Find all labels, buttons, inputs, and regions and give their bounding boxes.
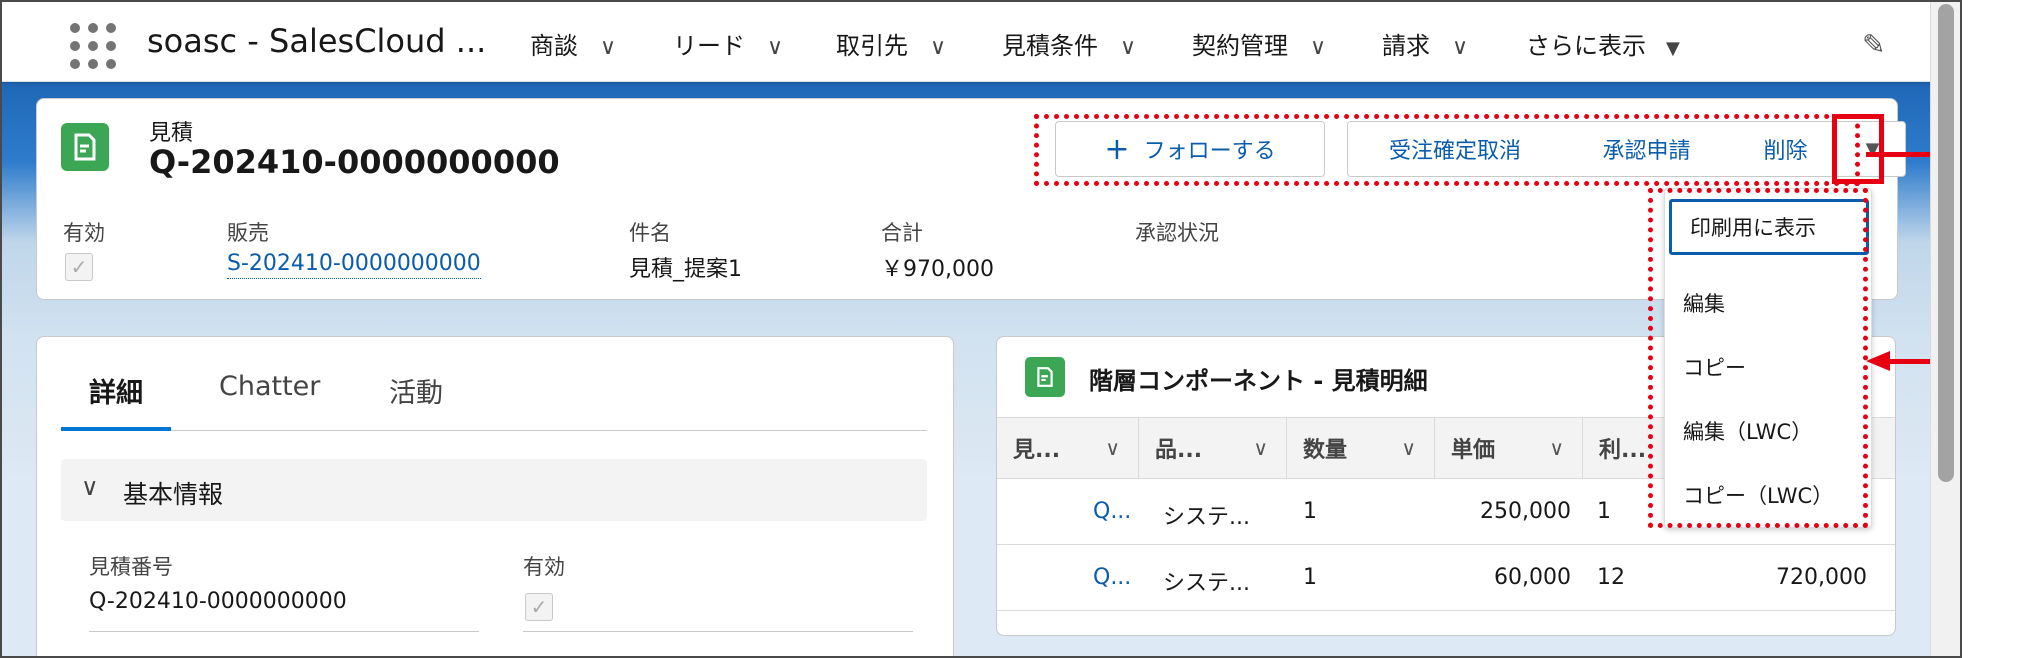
highlight-active-label: 有効	[63, 221, 105, 245]
scrollbar-thumb[interactable]	[1938, 4, 1954, 482]
nav-item-label: 見積条件	[1002, 32, 1098, 60]
quote-number-value: Q-202410-0000000000	[89, 589, 347, 614]
active-field-label: 有効	[523, 555, 565, 579]
row-link[interactable]: Q...	[1093, 565, 1131, 590]
nav-item-label: 取引先	[836, 32, 908, 60]
chevron-down-icon[interactable]: ∨	[1120, 35, 1136, 60]
highlight-sales-link[interactable]: S-202410-0000000000	[227, 251, 481, 279]
nav-more-menu[interactable]: さらに表示 ▼	[1526, 26, 1680, 61]
quote-line-icon	[1025, 357, 1065, 397]
record-title: Q-202410-0000000000	[149, 143, 560, 181]
highlight-more-button	[1832, 114, 1884, 184]
table-cell: システ...	[1163, 571, 1250, 596]
active-checkbox: ✓	[65, 253, 93, 281]
highlight-sales-label: 販売	[227, 221, 269, 245]
nav-item-contract[interactable]: 契約管理 ∨	[1192, 26, 1326, 61]
table-cell: 1	[1303, 565, 1317, 590]
quote-record-icon	[61, 123, 109, 171]
chevron-down-icon[interactable]: ∨	[1310, 35, 1326, 60]
pencil-icon[interactable]: ✎	[1862, 28, 1885, 61]
chevron-down-icon[interactable]: ∨	[600, 35, 616, 60]
nav-item-label: 契約管理	[1192, 32, 1288, 60]
highlight-total-value: ￥970,000	[881, 257, 994, 282]
table-cell: 12	[1597, 565, 1625, 590]
column-header[interactable]: 見... ∨	[997, 418, 1139, 478]
active-field-checkbox: ✓	[525, 593, 553, 621]
top-navigation-bar: soasc - SalesCloud ... 商談 ∨ リード ∨ 取引先 ∨ 見積条…	[2, 2, 1932, 82]
column-header[interactable]: 数量 ∨	[1287, 418, 1435, 478]
app-launcher-icon[interactable]	[66, 19, 116, 69]
tabs-divider	[61, 430, 927, 431]
field-divider	[89, 631, 479, 632]
nav-item-lead[interactable]: リード ∨	[673, 26, 783, 61]
quote-number-label: 見積番号	[89, 555, 173, 579]
highlight-total-label: 合計	[881, 221, 923, 245]
detail-panel: 詳細 Chatter 活動 ∨ 基本情報 見積番号 Q-202410-00000…	[36, 336, 954, 656]
chevron-down-icon[interactable]: ∨	[767, 35, 783, 60]
chevron-down-icon[interactable]: ∨	[1549, 436, 1564, 460]
browser-window: soasc - SalesCloud ... 商談 ∨ リード ∨ 取引先 ∨ 見積条…	[0, 0, 1962, 658]
tab-chatter[interactable]: Chatter	[219, 371, 320, 402]
nav-item-quote-terms[interactable]: 見積条件 ∨	[1002, 26, 1136, 61]
nav-item-billing[interactable]: 請求 ∨	[1382, 26, 1468, 61]
nav-item-account[interactable]: 取引先 ∨	[836, 26, 946, 61]
column-label: 見...	[1013, 438, 1061, 463]
table-cell: 1	[1303, 499, 1317, 524]
section-basic-info-toggle[interactable]: ∨ 基本情報	[61, 459, 927, 521]
table-cell: 720,000	[1776, 565, 1867, 590]
chevron-down-icon[interactable]: ∨	[1105, 436, 1120, 460]
nav-more-label: さらに表示	[1526, 32, 1646, 60]
column-header[interactable]: 品... ∨	[1139, 418, 1287, 478]
chevron-down-icon[interactable]: ∨	[930, 35, 946, 60]
nav-item-label: リード	[673, 32, 745, 60]
arrow-left-icon	[1866, 351, 1890, 371]
highlight-subject-label: 件名	[629, 221, 671, 245]
tab-detail[interactable]: 詳細	[89, 371, 143, 410]
highlight-dropdown	[1648, 188, 1868, 528]
column-label: 数量	[1303, 438, 1348, 463]
table-cell: 60,000	[1494, 565, 1571, 590]
column-label: 品...	[1155, 438, 1203, 463]
active-tab-indicator	[61, 427, 171, 431]
nav-item-label: 商談	[530, 32, 578, 60]
table-cell: 1	[1597, 499, 1611, 524]
column-label: 単価	[1451, 438, 1496, 463]
table-row: Q... システ... 1 60,000 12 720,000	[997, 545, 1895, 611]
highlight-action-buttons	[1034, 114, 1860, 186]
related-list-title: 階層コンポーネント - 見積明細	[1089, 367, 1428, 395]
highlight-approval-label: 承認状況	[1135, 221, 1219, 245]
app-name: soasc - SalesCloud ...	[147, 22, 487, 60]
nav-item-label: 請求	[1382, 32, 1430, 60]
table-cell: 250,000	[1480, 499, 1571, 524]
chevron-down-icon[interactable]: ∨	[1253, 436, 1268, 460]
table-cell: システ...	[1163, 505, 1250, 530]
column-label: 利...	[1599, 438, 1647, 463]
caret-down-icon: ▼	[1666, 38, 1680, 59]
field-divider	[523, 631, 913, 632]
tab-activity[interactable]: 活動	[389, 371, 443, 410]
row-link[interactable]: Q...	[1093, 499, 1131, 524]
column-header[interactable]: 単価 ∨	[1435, 418, 1583, 478]
chevron-down-icon[interactable]: ∨	[1401, 436, 1416, 460]
chevron-down-icon[interactable]: ∨	[1452, 35, 1468, 60]
nav-item-opportunity[interactable]: 商談 ∨	[530, 26, 616, 61]
highlight-subject-value: 見積_提案1	[629, 257, 742, 282]
vertical-scrollbar[interactable]	[1930, 2, 1960, 656]
section-title: 基本情報	[123, 480, 224, 509]
chevron-down-icon: ∨	[81, 473, 99, 501]
